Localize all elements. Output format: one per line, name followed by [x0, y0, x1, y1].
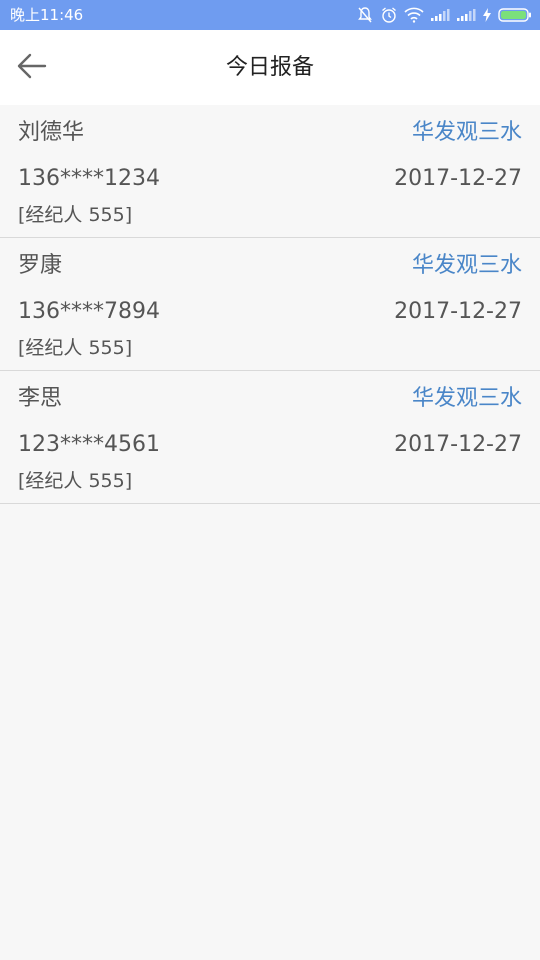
signal-icon — [456, 8, 476, 22]
report-date: 2017-12-27 — [394, 166, 522, 191]
agent-label: [经纪人 555] — [18, 470, 133, 492]
report-date: 2017-12-27 — [394, 432, 522, 457]
alarm-icon — [380, 6, 398, 24]
charging-icon — [482, 7, 492, 23]
project-name: 华发观三水 — [411, 253, 522, 278]
app-header: 今日报备 — [0, 30, 540, 105]
status-time: 晚上11:46 — [10, 6, 84, 24]
client-phone: 123****4561 — [18, 432, 160, 457]
wifi-icon — [404, 7, 424, 23]
agent-label: [经纪人 555] — [18, 204, 133, 226]
signal-icon — [430, 8, 450, 22]
page-title: 今日报备 — [225, 55, 314, 80]
report-item[interactable]: 罗康 华发观三水 136****7894 2017-12-27 [经纪人 555… — [0, 238, 540, 371]
project-name: 华发观三水 — [411, 386, 522, 411]
status-icons — [356, 0, 532, 30]
mute-icon — [356, 6, 374, 24]
client-phone: 136****1234 — [18, 166, 160, 191]
battery-icon — [498, 7, 532, 23]
client-name: 李思 — [18, 386, 63, 411]
report-date: 2017-12-27 — [394, 299, 522, 324]
arrow-left-icon — [17, 53, 47, 83]
client-name: 刘德华 — [18, 120, 85, 145]
client-name: 罗康 — [18, 253, 63, 278]
project-name: 华发观三水 — [411, 120, 522, 145]
report-item[interactable]: 李思 华发观三水 123****4561 2017-12-27 [经纪人 555… — [0, 371, 540, 504]
report-list: 刘德华 华发观三水 136****1234 2017-12-27 [经纪人 55… — [0, 105, 540, 504]
report-item[interactable]: 刘德华 华发观三水 136****1234 2017-12-27 [经纪人 55… — [0, 105, 540, 238]
client-phone: 136****7894 — [18, 299, 160, 324]
back-button[interactable] — [10, 48, 54, 88]
agent-label: [经纪人 555] — [18, 337, 133, 359]
status-bar: 晚上11:46 — [0, 0, 540, 30]
